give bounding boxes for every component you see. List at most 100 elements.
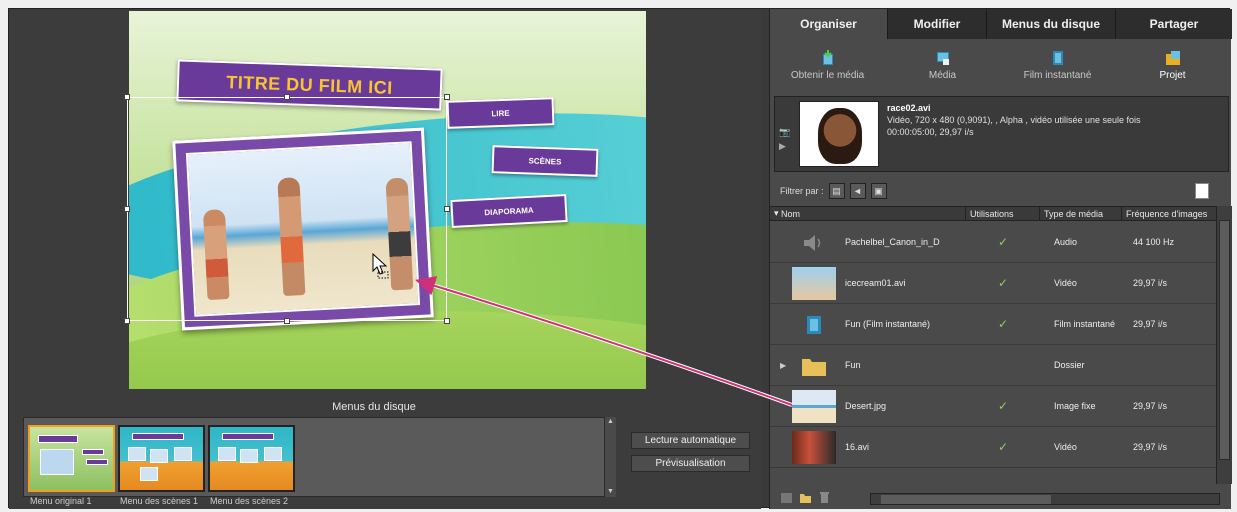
tab-partager[interactable]: Partager	[1116, 9, 1232, 39]
drag-cursor-icon	[372, 253, 389, 279]
camera-icon: 📷	[779, 127, 791, 137]
resize-handle[interactable]	[124, 318, 130, 324]
row-fps: 29,97 i/s	[1133, 278, 1168, 288]
filter-video-icon[interactable]: ▤	[828, 183, 845, 199]
row-used-check: ✓	[998, 235, 1009, 249]
instant-movie-icon	[792, 308, 836, 341]
resize-handle[interactable]	[444, 206, 450, 212]
row-name: Fun (Film instantané)	[845, 319, 931, 329]
play-icon[interactable]: ▶	[779, 139, 790, 153]
table-horizontal-scrollbar[interactable]	[870, 493, 1220, 505]
new-folder-icon[interactable]	[799, 491, 812, 504]
row-name: 16.avi	[845, 442, 870, 452]
resize-handle[interactable]	[284, 318, 290, 324]
table-row[interactable]: 16.avi ✓ Vidéo 29,97 i/s	[770, 427, 1216, 468]
scroll-up-icon[interactable]: ▲	[605, 417, 616, 427]
row-used-check: ✓	[998, 399, 1009, 413]
row-name: icecream01.avi	[845, 278, 906, 288]
workspace: TITRE DU FILM ICI LIRE SCÈNES DIAPORAMA	[9, 9, 761, 509]
media-duration: 00:00:05:00, 29,97 i/s	[887, 127, 974, 137]
delete-icon[interactable]	[818, 491, 831, 504]
new-album-icon[interactable]	[780, 491, 793, 504]
media-preview-thumbnail	[799, 101, 879, 167]
selection-box[interactable]	[127, 97, 447, 321]
row-name: Desert.jpg	[845, 401, 887, 411]
autoplay-button[interactable]: Lecture automatique	[631, 432, 750, 449]
row-fps: 44 100 Hz	[1133, 237, 1175, 247]
row-fps: 29,97 i/s	[1133, 319, 1168, 329]
row-type: Film instantané	[1054, 319, 1116, 329]
project-button[interactable]: Projet	[1115, 39, 1230, 91]
media-info-panel: 📷 ▶ race02.avi Vidéo, 720 x 480 (0,9091)…	[774, 96, 1229, 172]
title-text: TITRE DU FILM ICI	[225, 71, 394, 98]
filter-image-icon[interactable]: ▣	[870, 183, 887, 199]
info-side-icons: 📷 ▶	[779, 125, 790, 153]
instant-movie-button[interactable]: Film instantané	[1000, 39, 1115, 91]
menu-button-lire[interactable]: LIRE	[446, 97, 555, 129]
media-table-body: Pachelbel_Canon_in_D ✓ Audio 44 100 Hz i…	[770, 222, 1216, 474]
menu-button-scenes[interactable]: SCÈNES	[491, 145, 599, 177]
row-fps: 29,97 i/s	[1133, 442, 1168, 452]
filter-label: Filtrer par :	[780, 186, 824, 196]
table-row[interactable]: ▶ Fun Dossier	[770, 345, 1216, 386]
menu-thumbnail[interactable]	[118, 425, 205, 492]
column-type[interactable]: Type de média	[1040, 207, 1122, 220]
project-label: Projet	[1159, 69, 1186, 81]
app-window: TITRE DU FILM ICI LIRE SCÈNES DIAPORAMA	[8, 8, 1232, 509]
new-item-icon[interactable]	[1195, 183, 1209, 199]
menu-thumbnail-label: Menu des scènes 2	[210, 496, 289, 506]
column-name[interactable]: ▾ Nom	[770, 207, 966, 220]
filter-audio-icon[interactable]: ◄	[849, 183, 866, 199]
menu-thumbnail-label: Menu original 1	[30, 496, 92, 506]
media-label: Média	[928, 69, 957, 81]
scroll-down-icon[interactable]: ▼	[605, 487, 616, 497]
thumbnail-scrollbar[interactable]: ▲ ▼	[604, 417, 616, 497]
resize-handle[interactable]	[444, 94, 450, 100]
row-used-check: ✓	[998, 440, 1009, 454]
disc-menus-label: Menus du disque	[332, 401, 416, 413]
expand-arrow-icon[interactable]: ▶	[780, 361, 786, 370]
tab-menus-du-disque[interactable]: Menus du disque	[987, 9, 1116, 39]
resize-handle[interactable]	[284, 94, 290, 100]
resize-handle[interactable]	[444, 318, 450, 324]
image-thumbnail	[792, 390, 836, 423]
panel-bottom-icons	[780, 491, 831, 504]
resize-handle[interactable]	[124, 94, 130, 100]
video-thumbnail	[792, 267, 836, 300]
menu-thumbnail[interactable]	[208, 425, 295, 492]
table-row[interactable]: Fun (Film instantané) ✓ Film instantané …	[770, 304, 1216, 345]
row-type: Vidéo	[1054, 278, 1077, 288]
media-icon	[936, 51, 949, 65]
row-type: Audio	[1054, 237, 1078, 247]
row-name: Pachelbel_Canon_in_D	[845, 237, 940, 247]
scroll-thumb[interactable]	[881, 495, 1051, 504]
video-thumbnail	[792, 431, 836, 464]
table-row[interactable]: icecream01.avi ✓ Vidéo 29,97 i/s	[770, 263, 1216, 304]
tab-organiser[interactable]: Organiser	[770, 9, 888, 39]
instant-movie-icon	[1052, 50, 1063, 65]
table-row[interactable]: Pachelbel_Canon_in_D ✓ Audio 44 100 Hz	[770, 222, 1216, 263]
media-table-header: ▾ Nom Utilisations Type de média Fréquen…	[770, 206, 1216, 221]
media-details: Vidéo, 720 x 480 (0,9091), , Alpha , vid…	[887, 115, 1141, 125]
column-uses[interactable]: Utilisations	[966, 207, 1040, 220]
resize-handle[interactable]	[124, 206, 130, 212]
media-filename: race02.avi	[887, 103, 931, 113]
row-type: Dossier	[1054, 360, 1085, 370]
media-button[interactable]: Média	[885, 39, 1000, 91]
menu-thumbnail-strip: Menu original 1 Menu des scènes 1 Menu d…	[23, 417, 616, 506]
menu-thumbnail[interactable]	[28, 425, 115, 492]
preview-button[interactable]: Prévisualisation	[631, 455, 750, 472]
scroll-thumb[interactable]	[1219, 220, 1230, 460]
get-media-button[interactable]: Obtenir le média	[770, 39, 885, 91]
column-fps[interactable]: Fréquence d'images	[1122, 207, 1216, 220]
download-media-icon	[822, 49, 833, 65]
row-used-check: ✓	[998, 317, 1009, 331]
row-type: Vidéo	[1054, 442, 1077, 452]
media-info-text: race02.avi Vidéo, 720 x 480 (0,9091), , …	[887, 102, 1141, 138]
table-row[interactable]: Desert.jpg ✓ Image fixe 29,97 i/s	[770, 386, 1216, 427]
menu-thumbnail-label: Menu des scènes 1	[120, 496, 199, 506]
filter-bar: Filtrer par : ▤ ◄ ▣	[770, 179, 1232, 203]
tab-modifier[interactable]: Modifier	[888, 9, 987, 39]
table-vertical-scrollbar[interactable]	[1216, 206, 1232, 484]
row-name: Fun	[845, 360, 861, 370]
